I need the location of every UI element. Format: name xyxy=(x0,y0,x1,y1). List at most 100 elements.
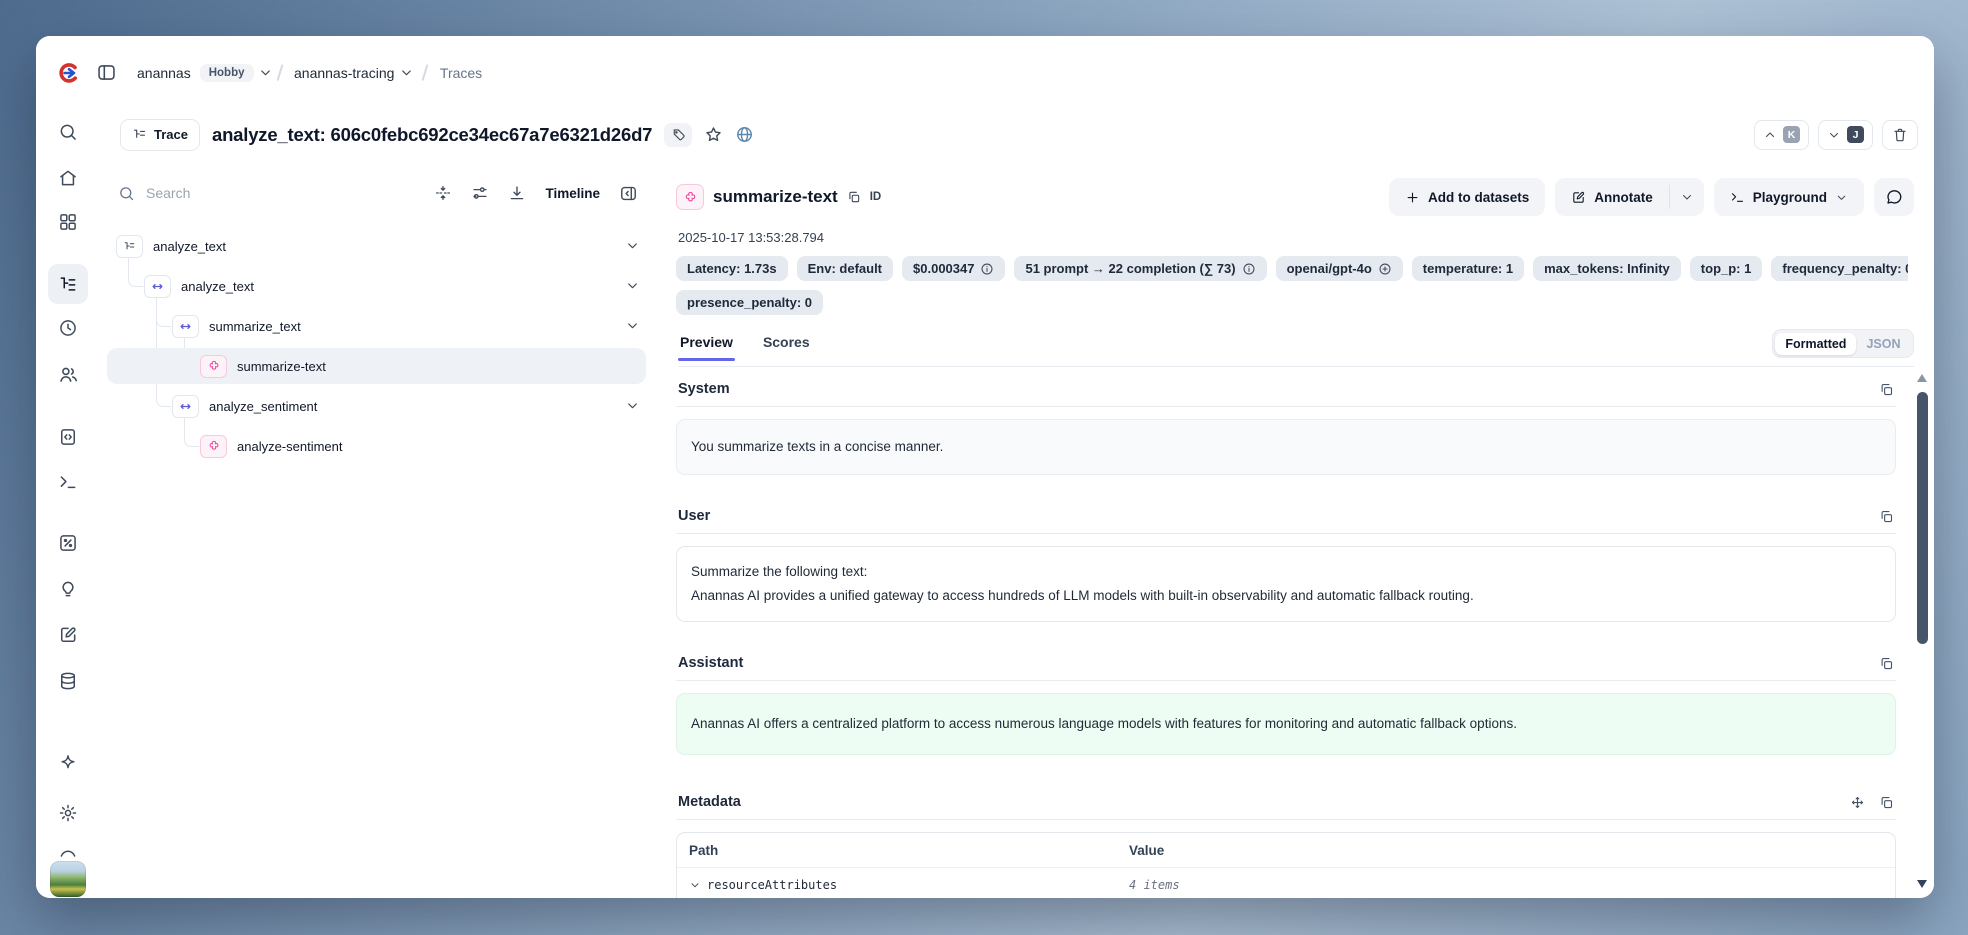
user-avatar[interactable] xyxy=(50,861,86,897)
chevron-down-icon[interactable] xyxy=(625,278,640,298)
generation-icon xyxy=(200,355,227,378)
panel-collapse-icon[interactable] xyxy=(619,184,638,203)
tokens-badge[interactable]: 51 prompt → 22 completion (∑ 73) xyxy=(1014,256,1266,281)
datasets-icon[interactable] xyxy=(48,661,88,701)
comments-button[interactable] xyxy=(1874,178,1914,216)
trace-icon xyxy=(116,235,143,258)
annotate-dropdown-chevron[interactable] xyxy=(1670,178,1704,216)
expand-move-icon[interactable] xyxy=(1850,795,1865,810)
star-icon[interactable] xyxy=(704,125,723,144)
annotation-queues-icon[interactable] xyxy=(48,615,88,655)
breadcrumb-page[interactable]: Traces xyxy=(440,65,482,81)
search-input[interactable] xyxy=(144,184,268,202)
copy-icon[interactable] xyxy=(1879,656,1894,671)
tree-node-trace[interactable]: analyze_text xyxy=(100,226,656,266)
tree-node-span[interactable]: analyze_text xyxy=(100,266,656,306)
scrollbar-thumb[interactable] xyxy=(1917,392,1928,644)
collapse-all-icon[interactable] xyxy=(434,184,452,202)
tab-scores[interactable]: Scores xyxy=(761,328,812,360)
vertical-scrollbar[interactable] xyxy=(1916,372,1929,890)
project-chevron-down-icon[interactable] xyxy=(399,65,414,80)
observation-tree-panel: Timeline analyze_text xyxy=(100,160,657,898)
globe-icon[interactable] xyxy=(735,125,754,144)
model-badge[interactable]: openai/gpt-4o xyxy=(1276,256,1403,281)
users-icon[interactable] xyxy=(48,354,88,394)
info-icon xyxy=(980,262,994,276)
breadcrumb-org[interactable]: anannas xyxy=(137,65,191,81)
left-icon-rail xyxy=(36,109,101,898)
prev-key-badge: K xyxy=(1783,126,1800,143)
next-key-badge: J xyxy=(1847,126,1864,143)
span-icon xyxy=(172,395,199,418)
tree-node-span[interactable]: analyze_sentiment xyxy=(100,386,656,426)
max-tokens-badge: max_tokens: Infinity xyxy=(1533,256,1681,281)
download-icon[interactable] xyxy=(508,184,526,202)
span-icon xyxy=(144,275,171,298)
tab-preview[interactable]: Preview xyxy=(678,328,735,360)
playground-icon[interactable] xyxy=(48,462,88,502)
tag-icon[interactable] xyxy=(664,123,692,147)
cost-badge[interactable]: $0.000347 xyxy=(902,256,1005,281)
prompts-icon[interactable] xyxy=(48,417,88,457)
chevron-down-icon[interactable] xyxy=(625,398,640,418)
search-icon xyxy=(118,185,135,202)
tree-node-generation[interactable]: analyze-sentiment xyxy=(100,426,656,466)
format-formatted-option[interactable]: Formatted xyxy=(1775,333,1856,355)
scroll-down-arrow[interactable] xyxy=(1917,880,1927,888)
tree-node-generation-selected[interactable]: summarize-text xyxy=(100,346,656,386)
scroll-up-arrow[interactable] xyxy=(1917,374,1927,382)
copy-id-icon[interactable] xyxy=(847,190,861,204)
org-plan-badge: Hobby xyxy=(200,64,254,82)
insights-icon[interactable] xyxy=(48,569,88,609)
observation-detail-panel: summarize-text ID Add to datasets Annota… xyxy=(656,160,1934,898)
evaluation-icon[interactable] xyxy=(48,523,88,563)
tree-node-span[interactable]: summarize_text xyxy=(100,306,656,346)
metadata-section-header: Metadata xyxy=(676,785,1896,820)
top-p-badge: top_p: 1 xyxy=(1690,256,1763,281)
upgrade-sparkle-icon[interactable] xyxy=(48,743,88,783)
app-window: anannas Hobby anannas-tracing Traces xyxy=(36,36,1934,898)
chevron-down-icon[interactable] xyxy=(625,318,640,338)
observation-title: summarize-text xyxy=(713,187,838,207)
chevron-down-icon xyxy=(689,879,701,891)
dashboards-icon[interactable] xyxy=(48,202,88,242)
system-section-header: System xyxy=(676,372,1896,407)
metadata-table-header: Path Value xyxy=(677,833,1895,868)
breadcrumb-divider xyxy=(422,64,428,81)
env-badge: Env: default xyxy=(797,256,893,281)
tracing-icon[interactable] xyxy=(48,264,88,304)
copy-icon[interactable] xyxy=(1879,795,1894,810)
search-icon[interactable] xyxy=(48,112,88,152)
home-icon[interactable] xyxy=(48,158,88,198)
frequency-penalty-badge: frequency_penalty: 0 xyxy=(1771,256,1908,281)
sessions-icon[interactable] xyxy=(48,308,88,348)
tree-toolbar: Timeline xyxy=(100,160,656,226)
settings-gear-icon[interactable] xyxy=(48,793,88,833)
metadata-row-group[interactable]: resourceAttributes 4 items xyxy=(677,868,1895,898)
span-icon xyxy=(172,315,199,338)
plus-circle-icon xyxy=(1378,262,1392,276)
trace-title: analyze_text: 606c0febc692ce34ec67a7e632… xyxy=(212,124,652,146)
format-json-option[interactable]: JSON xyxy=(1856,333,1910,355)
detail-actions: Add to datasets Annotate xyxy=(1389,178,1914,216)
breadcrumb-divider xyxy=(276,64,282,81)
copy-icon[interactable] xyxy=(1879,509,1894,524)
latency-badge: Latency: 1.73s xyxy=(676,256,788,281)
org-chevron-down-icon[interactable] xyxy=(258,65,273,80)
filter-settings-icon[interactable] xyxy=(471,184,489,202)
generation-icon xyxy=(676,184,704,210)
copy-icon[interactable] xyxy=(1879,382,1894,397)
detail-scroll-content: System You summarize texts in a concise … xyxy=(676,366,1896,898)
metrics-badges-row-1: Latency: 1.73s Env: default $0.000347 51… xyxy=(676,256,1908,282)
add-to-datasets-button[interactable]: Add to datasets xyxy=(1389,178,1545,216)
breadcrumb-project[interactable]: anannas-tracing xyxy=(294,65,394,81)
prev-observation-button[interactable]: K xyxy=(1754,120,1809,150)
metadata-table: Path Value resourceAttributes 4 items te… xyxy=(676,832,1896,898)
sidebar-toggle-icon[interactable] xyxy=(96,62,117,83)
annotate-button[interactable]: Annotate xyxy=(1555,178,1669,216)
next-observation-button[interactable]: J xyxy=(1818,120,1873,150)
chevron-down-icon[interactable] xyxy=(625,238,640,258)
playground-button[interactable]: Playground xyxy=(1714,178,1864,216)
timeline-toggle[interactable]: Timeline xyxy=(545,186,600,201)
delete-trace-button[interactable] xyxy=(1882,120,1918,150)
